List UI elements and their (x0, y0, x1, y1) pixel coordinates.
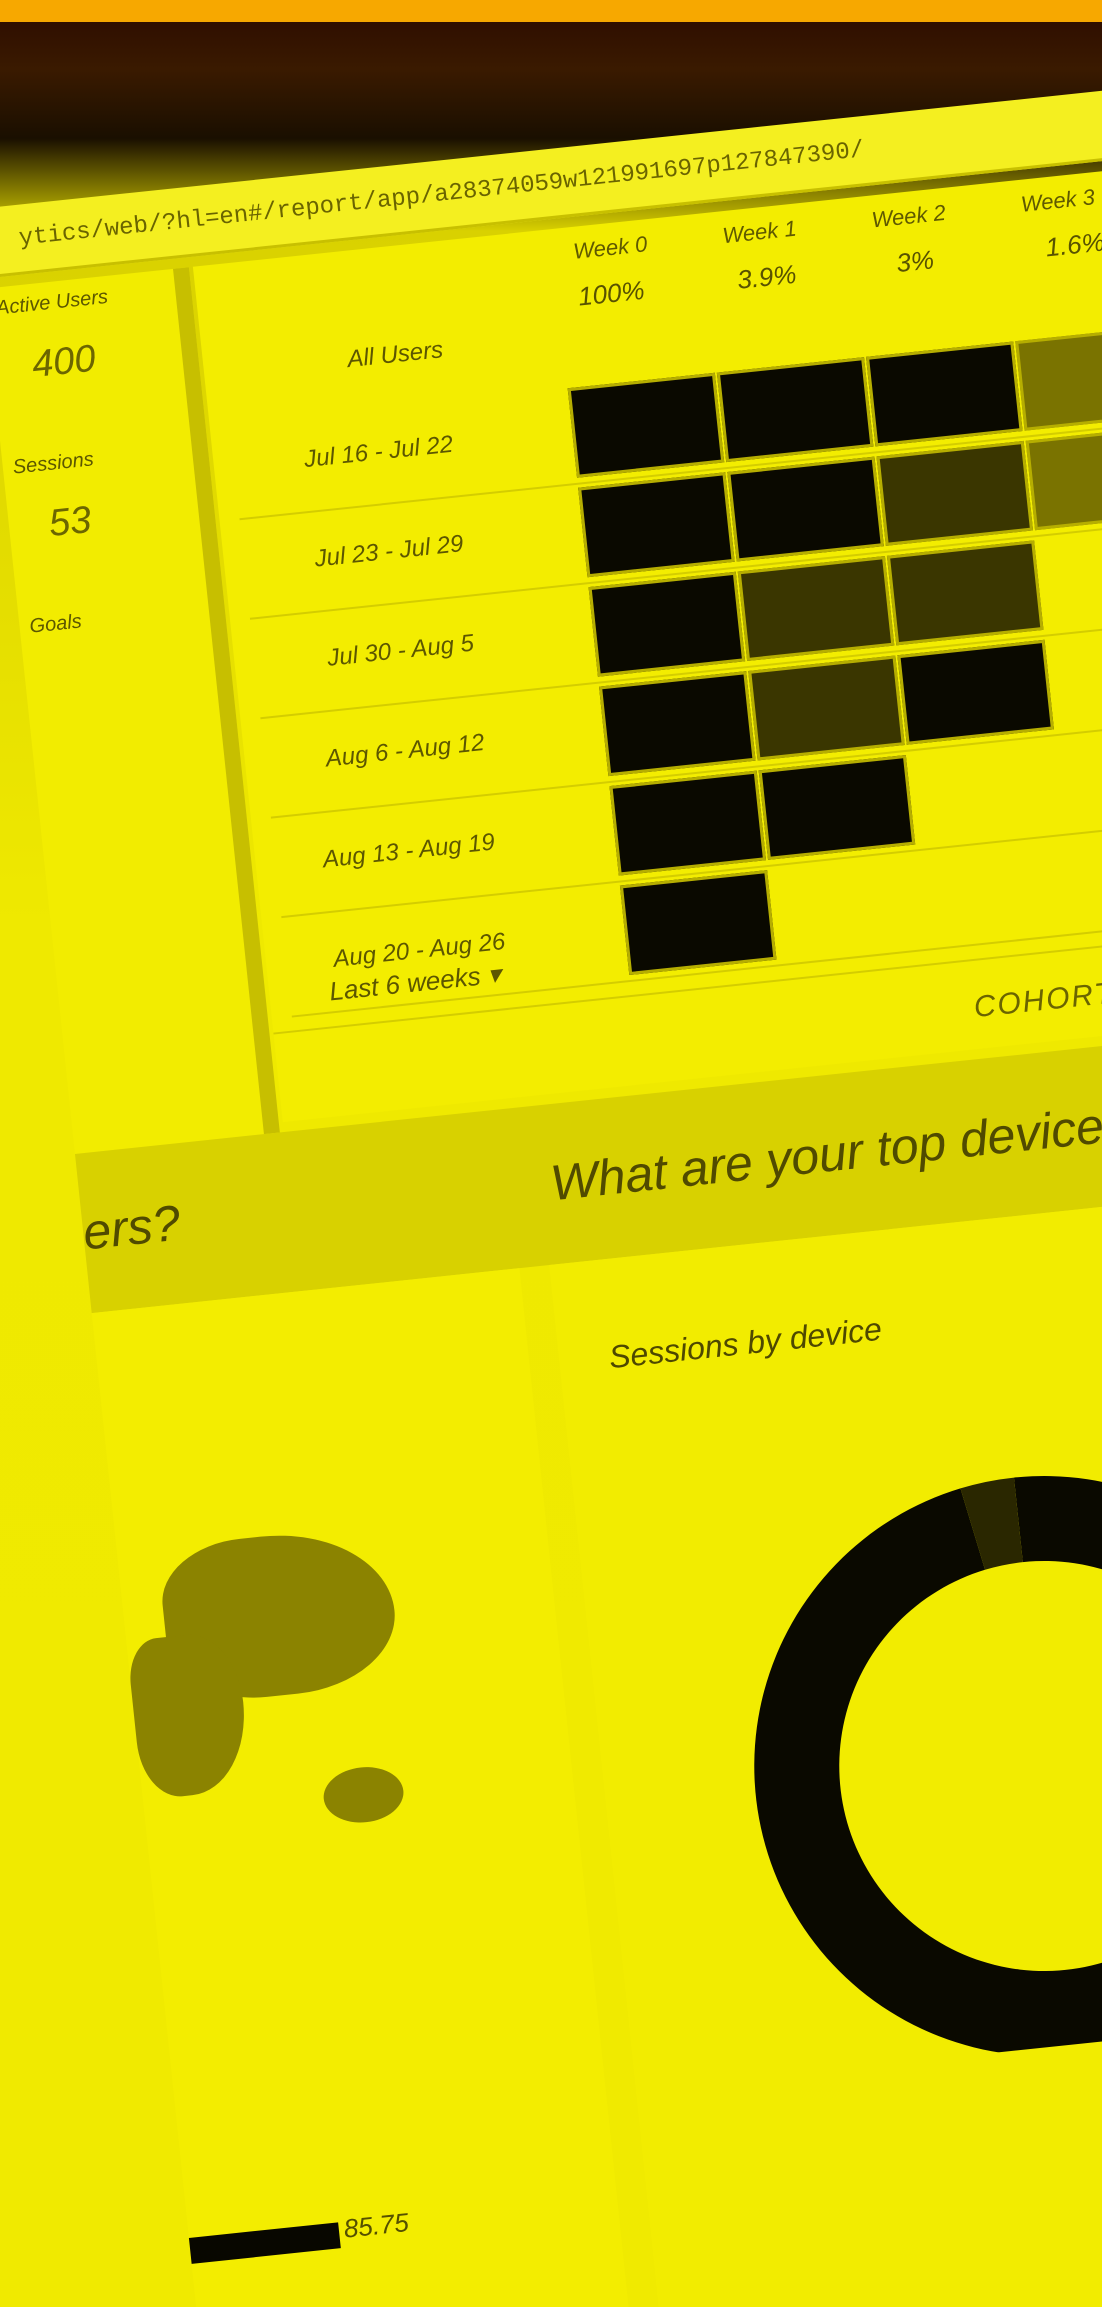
cohort-cell[interactable] (886, 540, 1044, 646)
sidebar-label-active-users: Active Users (0, 285, 109, 320)
cohort-row-label: Aug 6 - Aug 12 (324, 729, 486, 773)
cohort-card: Week 0 Week 1 Week 2 Week 3 All Users 10… (192, 158, 1102, 1125)
section-question-left: ers? (80, 1194, 183, 1261)
cohort-cell[interactable] (619, 870, 777, 976)
sidebar-label-goals: Goals (28, 610, 83, 638)
donut-slice-desktop[interactable] (726, 1447, 1102, 2084)
geo-bar-value: 85.75 (342, 2207, 411, 2244)
screen-photo: ytics/web/?hl=en#/report/app/a28374059w1… (0, 0, 1102, 2307)
week-percent-2: 3% (894, 244, 936, 279)
cohort-cell[interactable] (1025, 425, 1102, 531)
geo-bar (188, 2222, 341, 2264)
sidebar-value-active-users: 400 (30, 337, 98, 387)
caret-down-icon: ▾ (485, 958, 503, 990)
cohort-cell[interactable] (897, 639, 1054, 745)
week-percent-1: 3.9% (735, 258, 798, 295)
week-header-1: Week 1 (721, 215, 798, 249)
cohort-cell[interactable] (567, 372, 725, 478)
week-header-0: Week 0 (572, 231, 649, 264)
cohort-cell[interactable] (737, 556, 895, 662)
cohort-row-label: Jul 23 - Jul 29 (313, 530, 465, 573)
week-header-2: Week 2 (870, 199, 947, 233)
week-percent-3: 1.6% (1043, 226, 1102, 263)
cohort-cell[interactable] (716, 357, 874, 463)
cohort-cell[interactable] (1015, 325, 1102, 431)
cohort-row-label: Jul 30 - Aug 5 (325, 629, 476, 672)
cohort-cell[interactable] (599, 671, 756, 777)
cohort-row-label: Jul 16 - Jul 22 (302, 430, 455, 474)
sidebar-label-sessions: Sessions (11, 448, 95, 479)
device-card: Sessions by device (549, 1181, 1102, 2307)
cohort-cell[interactable] (866, 341, 1023, 447)
all-users-label: All Users (346, 336, 445, 374)
week-header-3: Week 3 (1019, 184, 1096, 217)
week-percent-0: 100% (576, 274, 646, 312)
analytics-screen: ytics/web/?hl=en#/report/app/a28374059w1… (0, 0, 1102, 2307)
device-chart-subtitle: Sessions by device (607, 1310, 884, 1376)
cohort-cell[interactable] (578, 472, 735, 578)
cohort-cell[interactable] (609, 770, 767, 876)
sidebar-value-sessions: 53 (46, 498, 94, 546)
cohort-cell[interactable] (748, 655, 905, 761)
cohort-cell[interactable] (876, 440, 1034, 546)
cohort-cell[interactable] (758, 754, 916, 860)
cohort-cell[interactable] (588, 571, 746, 677)
cohort-cell[interactable] (727, 456, 884, 562)
geo-card: 85.75 (91, 1268, 635, 2307)
cohort-analysis-link[interactable]: COHORT ANALYSIS (972, 959, 1102, 1025)
device-donut-chart (726, 1447, 1102, 2084)
cohort-row-label: Aug 13 - Aug 19 (321, 828, 497, 874)
australia-shape (320, 1763, 407, 1827)
